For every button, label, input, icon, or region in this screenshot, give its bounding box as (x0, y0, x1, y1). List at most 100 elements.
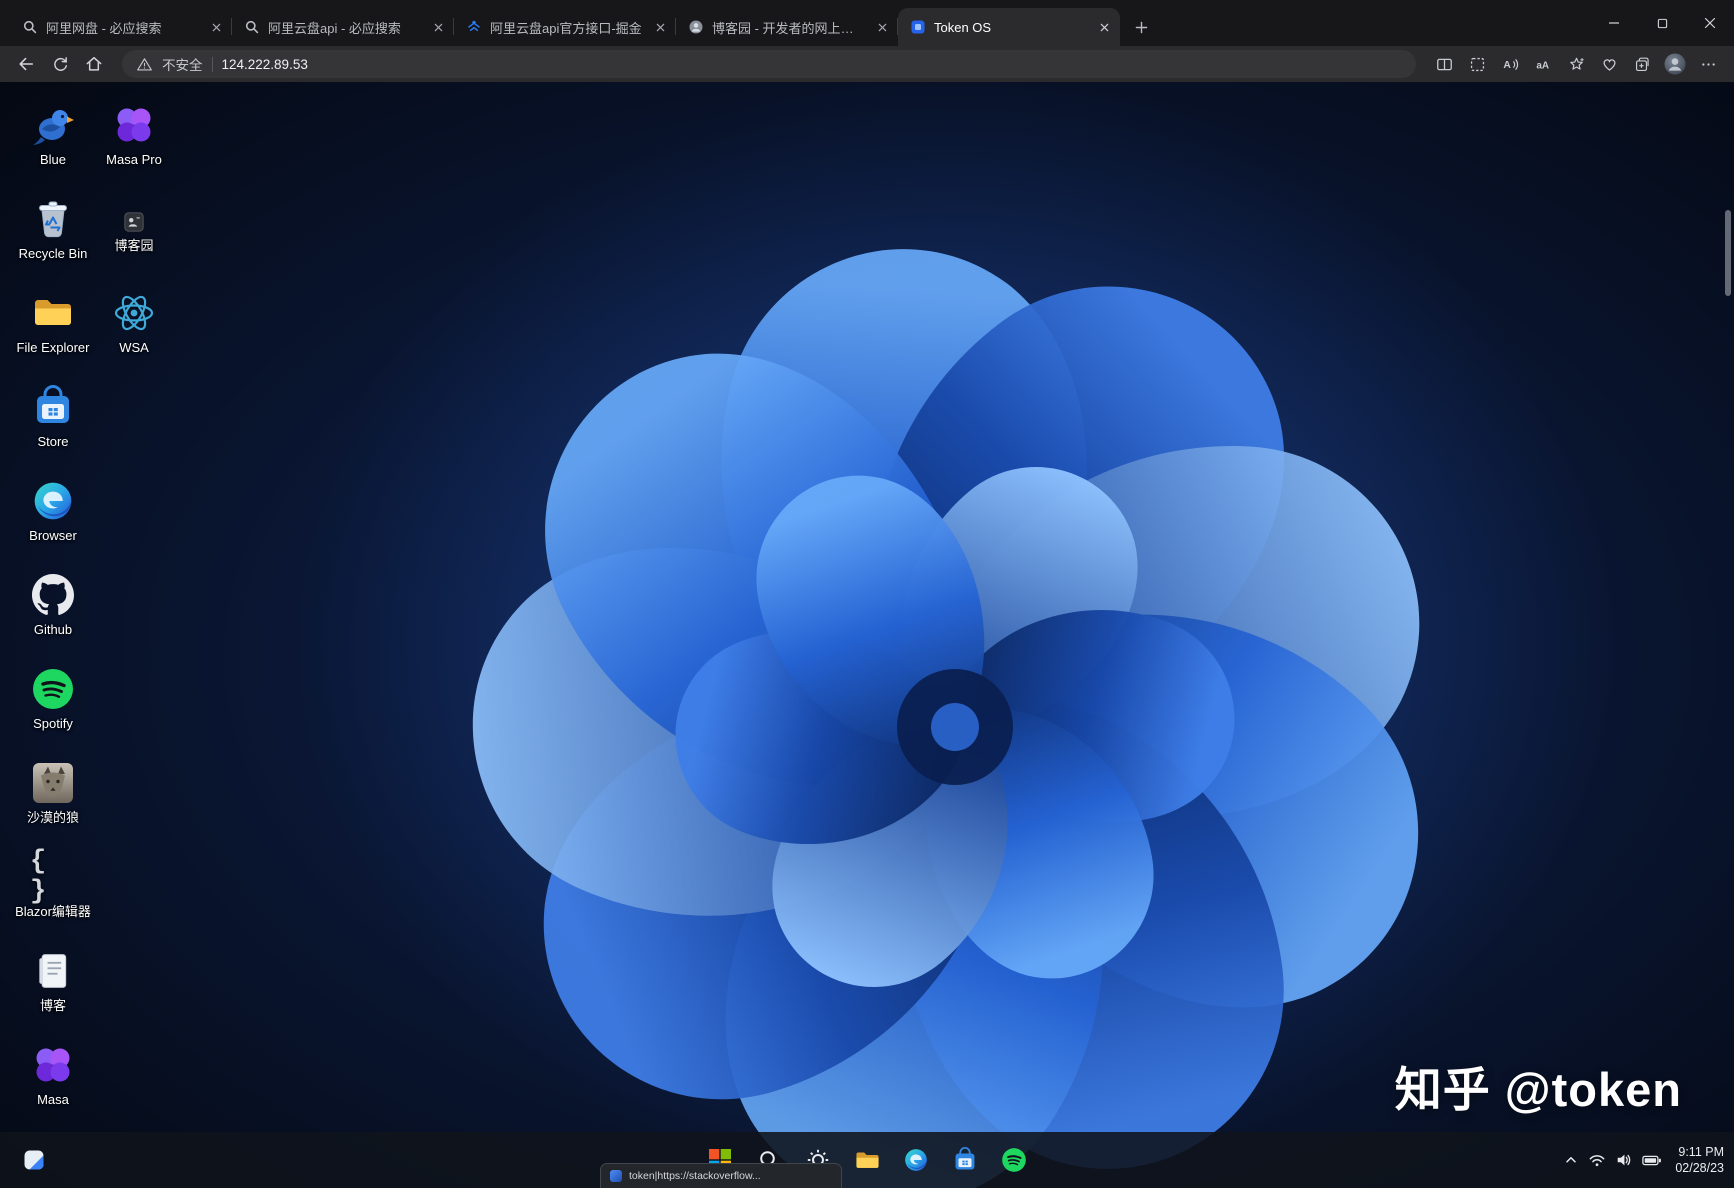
desktop-icon-blazor-editor[interactable]: { } Blazor编辑器 (10, 854, 96, 920)
tab-aliyun-api-search[interactable]: 阿里云盘api - 必应搜索 (232, 8, 454, 46)
taskbar: 9:11 PM 02/28/23 (0, 1132, 1734, 1188)
masa-pro-icon (112, 103, 156, 147)
volume-icon[interactable] (1615, 1151, 1633, 1169)
tab-aliyun-pan-search[interactable]: 阿里网盘 - 必应搜索 (10, 8, 232, 46)
tab-close-icon[interactable] (207, 18, 226, 37)
tab-title: Token OS (934, 20, 1087, 35)
tab-token-os[interactable]: Token OS (898, 8, 1120, 46)
tab-title: 博客园 - 开发者的网上家园 (712, 18, 865, 37)
web-capture-icon[interactable] (1461, 50, 1493, 79)
icon-label: Github (34, 623, 72, 638)
url-text: 124.222.89.53 (222, 57, 308, 72)
taskbar-edge-button[interactable] (896, 1140, 936, 1180)
address-divider (212, 57, 213, 72)
edge-browser-icon (903, 1147, 929, 1173)
tab-title: 阿里云盘api官方接口-掘金 (490, 18, 643, 37)
favorites-star-icon[interactable] (1560, 50, 1592, 79)
desktop-icon-blue[interactable]: Blue (10, 102, 96, 168)
tab-cnblogs-home[interactable]: 博客园 - 开发者的网上家园 (676, 8, 898, 46)
token-os-desktop: Blue Masa Pro Recycle Bin 博客园 File Explo… (0, 82, 1734, 1188)
taskbar-spotify-button[interactable] (994, 1140, 1034, 1180)
address-bar[interactable]: 不安全 124.222.89.53 (122, 50, 1416, 78)
icon-label: 沙漠的狼 (27, 811, 79, 826)
back-button[interactable] (10, 50, 42, 79)
desktop-icon-spotify[interactable]: Spotify (10, 666, 96, 732)
desktop-icon-browser[interactable]: Browser (10, 478, 96, 544)
blue-bird-icon (31, 103, 75, 147)
widgets-icon (22, 1148, 46, 1172)
juejin-favicon-icon (466, 19, 482, 35)
desktop-icon-masa-pro[interactable]: Masa Pro (91, 102, 177, 168)
spotify-icon (31, 667, 75, 711)
icon-label: Store (37, 435, 68, 450)
wolf-photo-icon (31, 761, 75, 805)
security-label: 不安全 (162, 54, 203, 74)
popup-text: token|https://stackoverflow... (629, 1170, 761, 1182)
close-window-button[interactable] (1686, 0, 1734, 46)
desktop-icon-desert-wolf[interactable]: 沙漠的狼 (10, 760, 96, 826)
desktop-icon-masa[interactable]: Masa (10, 1042, 96, 1108)
page-scrollbar-thumb[interactable] (1725, 210, 1731, 296)
tab-close-icon[interactable] (873, 18, 892, 37)
browser-window: 阿里网盘 - 必应搜索 阿里云盘api - 必应搜索 阿里云盘api官方接口-掘… (0, 0, 1734, 1188)
desktop-icon-wsa[interactable]: WSA (91, 290, 177, 356)
cnblogs-favicon-icon (688, 19, 704, 35)
widgets-button[interactable] (14, 1140, 54, 1180)
svg-text:aA: aA (1536, 60, 1549, 71)
refresh-button[interactable] (44, 50, 76, 79)
profile-avatar[interactable] (1659, 50, 1691, 79)
window-controls (1590, 0, 1734, 46)
icon-label: Recycle Bin (19, 247, 88, 262)
preview-popup[interactable]: token|https://stackoverflow... (600, 1163, 842, 1188)
tab-strip: 阿里网盘 - 必应搜索 阿里云盘api - 必应搜索 阿里云盘api官方接口-掘… (0, 0, 1734, 46)
maximize-button[interactable] (1638, 0, 1686, 46)
wsa-atom-icon (112, 291, 156, 335)
icon-label: Blue (40, 153, 66, 168)
cnblogs-app-icon (123, 211, 145, 233)
search-favicon-icon (22, 19, 38, 35)
icon-label: File Explorer (17, 341, 90, 356)
taskbar-store-button[interactable] (945, 1140, 985, 1180)
icon-label: Masa (37, 1093, 69, 1108)
clock-date: 02/28/23 (1675, 1160, 1724, 1177)
translate-icon[interactable]: aA (1527, 50, 1559, 79)
tab-close-icon[interactable] (429, 18, 448, 37)
wallpaper-windows-bloom (0, 82, 1734, 1188)
read-aloud-icon[interactable]: A (1494, 50, 1526, 79)
toolbar-right-icons: A aA (1428, 50, 1724, 79)
more-menu-icon[interactable] (1692, 50, 1724, 79)
new-tab-button[interactable] (1128, 14, 1154, 40)
tab-close-icon[interactable] (1095, 18, 1114, 37)
home-button[interactable] (78, 50, 110, 79)
desktop-icon-blog[interactable]: 博客 (10, 948, 96, 1014)
minimize-button[interactable] (1590, 0, 1638, 46)
wifi-icon[interactable] (1588, 1151, 1606, 1169)
taskbar-file-explorer-button[interactable] (847, 1140, 887, 1180)
icon-label: Spotify (33, 717, 73, 732)
tab-juejin-article[interactable]: 阿里云盘api官方接口-掘金 (454, 8, 676, 46)
masa-icon (31, 1043, 75, 1087)
system-tray: 9:11 PM 02/28/23 (1563, 1144, 1724, 1177)
folder-icon (854, 1147, 881, 1174)
tab-close-icon[interactable] (651, 18, 670, 37)
browser-toolbar: 不安全 124.222.89.53 A aA (0, 46, 1734, 82)
security-warning-icon (136, 56, 153, 73)
desktop-icon-file-explorer[interactable]: File Explorer (10, 290, 96, 356)
split-screen-icon[interactable] (1428, 50, 1460, 79)
github-octocat-icon (32, 574, 74, 616)
collections-icon[interactable] (1626, 50, 1658, 79)
tray-chevron-up-icon[interactable] (1563, 1152, 1579, 1168)
desktop-icon-recycle-bin[interactable]: Recycle Bin (10, 196, 96, 262)
taskbar-clock[interactable]: 9:11 PM 02/28/23 (1671, 1144, 1724, 1177)
browser-essentials-icon[interactable] (1593, 50, 1625, 79)
desktop-icon-store[interactable]: Store (10, 384, 96, 450)
tab-title: 阿里云盘api - 必应搜索 (268, 18, 421, 37)
icon-label: Browser (29, 529, 77, 544)
desktop-icon-cnblogs[interactable]: 博客园 (91, 196, 177, 254)
desktop-icon-github[interactable]: Github (10, 572, 96, 638)
spotify-icon (1001, 1147, 1027, 1173)
icon-label: Blazor编辑器 (15, 905, 91, 920)
braces-icon: { } (30, 847, 76, 907)
battery-icon[interactable] (1642, 1154, 1662, 1167)
tab-title: 阿里网盘 - 必应搜索 (46, 18, 199, 37)
